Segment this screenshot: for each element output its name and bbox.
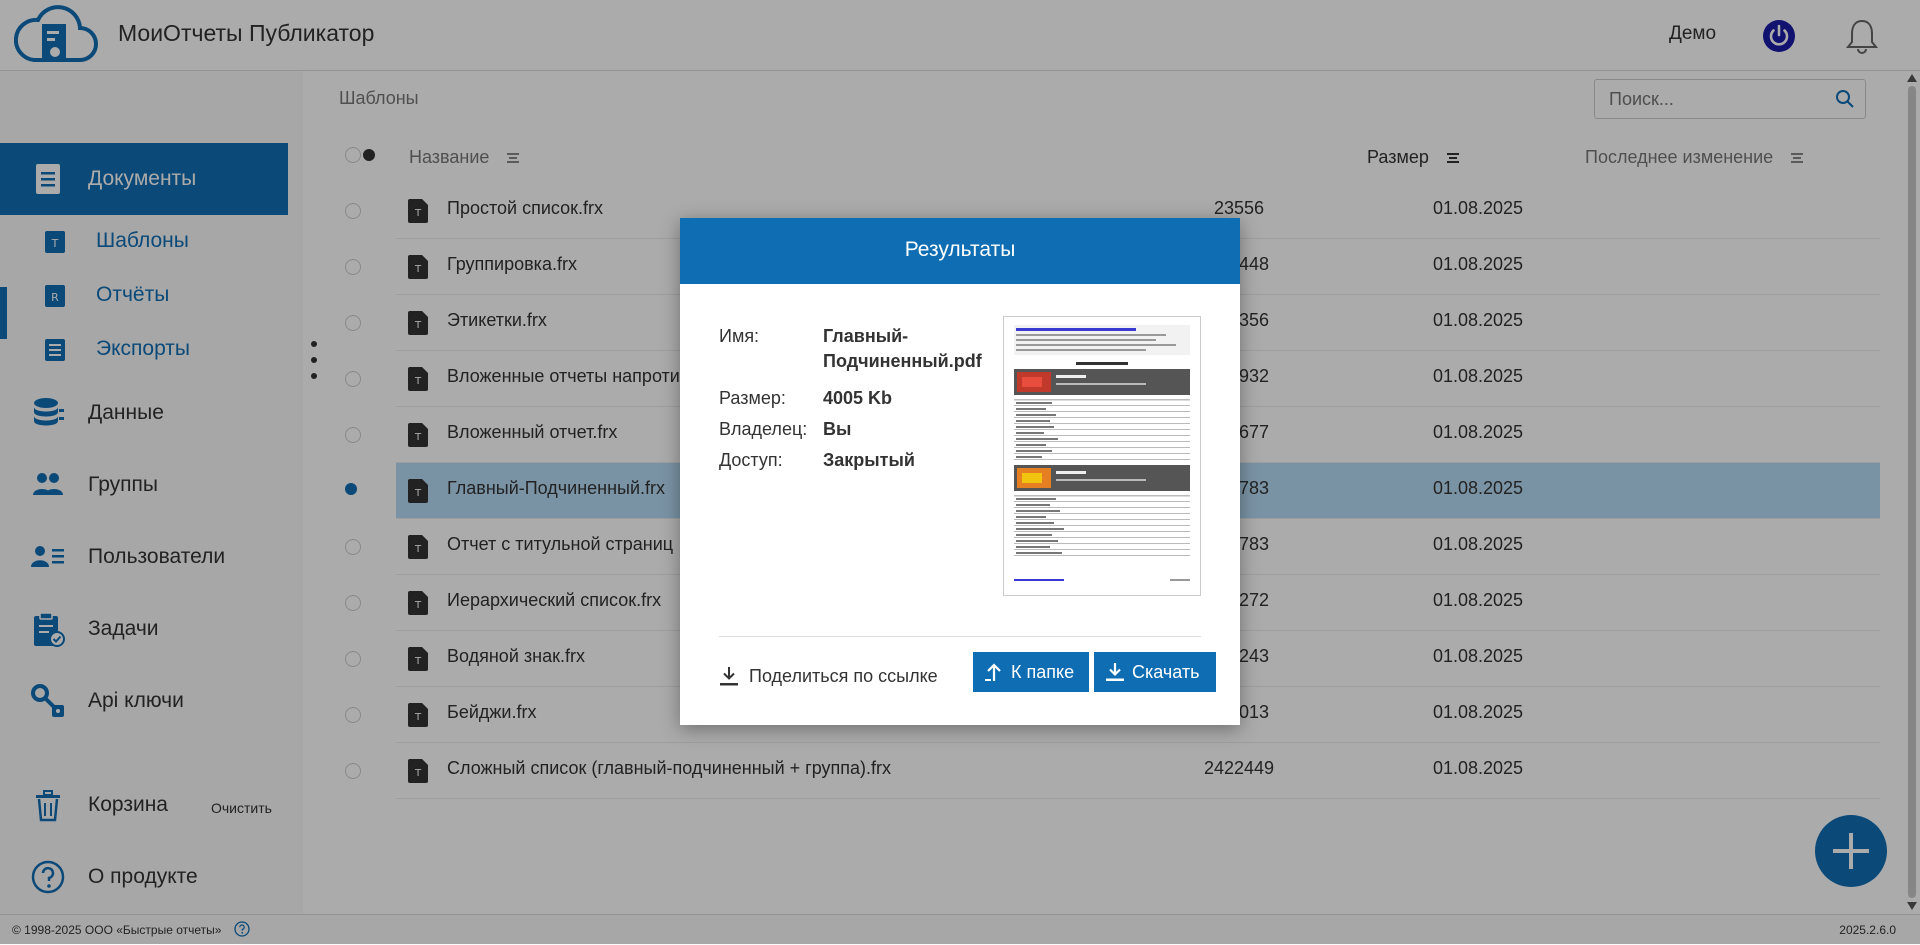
size-label: Размер: <box>719 388 786 408</box>
name-value-line1: Главный- <box>823 326 909 346</box>
to-folder-label: К папке <box>1011 661 1075 682</box>
share-link-label: Поделиться по ссылке <box>749 665 938 686</box>
owner-value: Вы <box>823 419 852 439</box>
access-label: Доступ: <box>719 450 783 470</box>
to-folder-button[interactable]: К папке <box>973 652 1089 692</box>
dialog-title: Результаты <box>904 238 1016 261</box>
download-label: Скачать <box>1132 661 1200 682</box>
dialog-header: Результаты <box>680 218 1240 284</box>
share-link-button[interactable]: Поделиться по ссылке <box>719 661 938 691</box>
download-icon <box>720 667 738 686</box>
dialog-divider <box>719 636 1201 637</box>
name-value-line2: Подчиненный.pdf <box>823 351 982 371</box>
name-label: Имя: <box>719 326 760 346</box>
arrow-up-icon <box>985 663 1001 681</box>
pdf-preview-thumbnail[interactable] <box>1003 316 1201 596</box>
download-button[interactable]: Скачать <box>1094 652 1216 692</box>
download-icon <box>1106 663 1124 681</box>
owner-label: Владелец: <box>719 419 808 439</box>
size-value: 4005 Kb <box>823 388 893 408</box>
results-dialog: Результаты Имя: Главный- Подчиненный.pdf… <box>680 218 1240 725</box>
access-value: Закрытый <box>823 450 915 470</box>
